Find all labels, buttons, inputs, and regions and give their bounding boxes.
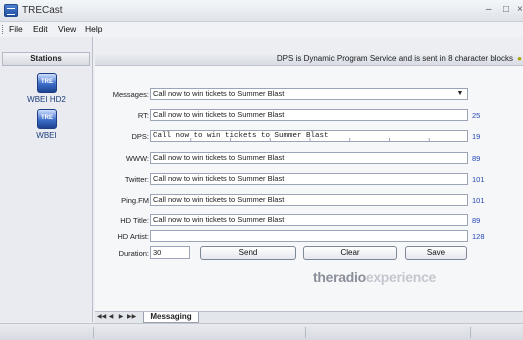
radio-station-icon: TRE xyxy=(37,109,57,129)
stations-panel: Stations TRE WBEI HD2 TRE WBEI xyxy=(0,37,93,322)
brand-logo: theradioexperience xyxy=(313,269,436,285)
last-tab-icon[interactable]: ▶▶ xyxy=(127,313,136,322)
window-title: TRECast xyxy=(22,5,63,16)
clear-button[interactable]: Clear xyxy=(303,246,397,260)
menu-file[interactable]: File xyxy=(9,24,23,34)
hd-artist-label: HD Artist: xyxy=(117,232,149,241)
station-label: WBEI HD2 xyxy=(27,95,66,104)
pingfm-label: Ping.FM xyxy=(121,196,149,205)
send-button[interactable]: Send xyxy=(200,246,296,260)
station-icon-text: TRE xyxy=(41,115,53,121)
brand-logo-part2: experience xyxy=(365,269,436,285)
menu-grip-handle[interactable] xyxy=(2,25,4,34)
station-icon-text: TRE xyxy=(41,79,53,85)
station-label: WBEI xyxy=(36,131,57,140)
save-button[interactable]: Save xyxy=(405,246,467,260)
maximize-button[interactable]: □ xyxy=(503,4,509,15)
station-item-wbei[interactable]: TRE WBEI xyxy=(0,109,93,151)
menu-edit[interactable]: Edit xyxy=(33,24,48,34)
dps-block-ticks xyxy=(190,138,430,141)
hd-artist-field[interactable] xyxy=(150,230,468,242)
messages-value: Call now to win tickets to Summer Blast xyxy=(153,89,285,98)
hd-title-field[interactable]: Call now to win tickets to Summer Blast xyxy=(150,214,468,226)
info-bar: DPS is Dynamic Program Service and is se… xyxy=(95,52,523,66)
radio-station-icon: TRE xyxy=(37,73,57,93)
app-icon xyxy=(4,4,18,17)
status-bar xyxy=(0,323,523,340)
status-divider xyxy=(93,327,94,338)
brand-logo-part1: theradio xyxy=(313,269,366,285)
www-field[interactable]: Call now to win tickets to Summer Blast xyxy=(150,152,468,164)
info-text: DPS is Dynamic Program Service and is se… xyxy=(276,54,513,63)
menu-bar: File Edit View Help xyxy=(0,22,523,37)
messaging-form: Messages: Call now to win tickets to Sum… xyxy=(95,66,523,311)
hd-title-count: 89 xyxy=(472,216,481,225)
messages-dropdown[interactable]: Call now to win tickets to Summer Blast … xyxy=(150,88,468,100)
dps-field[interactable]: Call now to win tickets to Summer Blast xyxy=(150,130,468,142)
app-window: TRECast – □ × File Edit View Help Statio… xyxy=(0,0,523,340)
messages-label: Messages: xyxy=(112,90,149,99)
minimize-button[interactable]: – xyxy=(486,4,492,15)
www-count: 89 xyxy=(472,154,481,163)
sheet-tab-bar: ◀◀ ◀ ▶ ▶▶ Messaging xyxy=(95,311,523,323)
next-tab-icon[interactable]: ▶ xyxy=(117,313,125,322)
status-divider xyxy=(470,327,471,338)
pingfm-count: 101 xyxy=(472,196,485,205)
rt-field[interactable]: Call now to win tickets to Summer Blast xyxy=(150,109,468,121)
pingfm-field[interactable]: Call now to win tickets to Summer Blast xyxy=(150,194,468,206)
www-label: WWW: xyxy=(125,154,149,163)
duration-label: Duration: xyxy=(118,249,149,258)
twitter-label: Twitter: xyxy=(124,175,149,184)
tab-messaging[interactable]: Messaging xyxy=(143,312,199,323)
hd-title-label: HD Title: xyxy=(120,216,149,225)
dps-label: DPS: xyxy=(131,132,149,141)
status-divider xyxy=(305,327,306,338)
rt-label: RT: xyxy=(137,111,149,120)
duration-input[interactable]: 30 xyxy=(150,246,190,259)
close-button[interactable]: × xyxy=(517,4,523,15)
hd-artist-count: 128 xyxy=(472,232,485,241)
dps-count: 19 xyxy=(472,132,481,141)
chevron-down-icon[interactable]: ▼ xyxy=(455,90,465,98)
twitter-count: 101 xyxy=(472,175,485,184)
prev-tab-icon[interactable]: ◀ xyxy=(107,313,115,322)
rt-count: 25 xyxy=(472,111,481,120)
menu-view[interactable]: View xyxy=(58,24,76,34)
first-tab-icon[interactable]: ◀◀ xyxy=(97,313,106,322)
lightbulb-icon: ● xyxy=(517,54,522,63)
stations-header: Stations xyxy=(2,52,90,66)
menu-help[interactable]: Help xyxy=(85,24,102,34)
twitter-field[interactable]: Call now to win tickets to Summer Blast xyxy=(150,173,468,185)
title-bar: TRECast – □ × xyxy=(0,0,523,22)
